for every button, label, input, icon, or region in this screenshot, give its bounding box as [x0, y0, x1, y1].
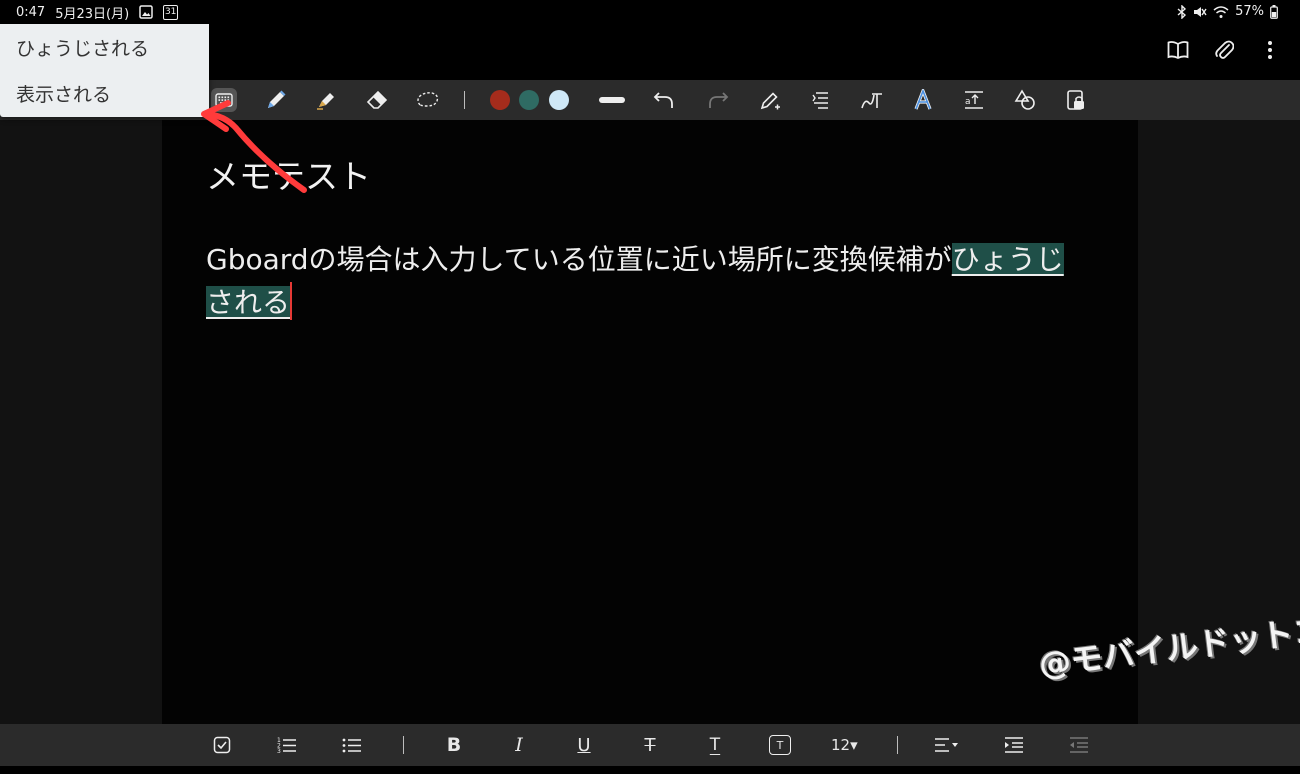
nav-strip: [0, 766, 1300, 774]
straighten-button[interactable]: [860, 88, 884, 112]
highlighter-icon: [317, 93, 334, 110]
undo-button[interactable]: [652, 88, 676, 112]
stroke-width-button[interactable]: [599, 88, 625, 112]
bullet-list-button[interactable]: [341, 733, 363, 757]
highlighter-button[interactable]: [314, 88, 338, 112]
outdent-button[interactable]: [1068, 733, 1090, 757]
format-toolbar: 123 B I U T T T 12▾: [0, 724, 1300, 766]
align-left-icon: [935, 738, 958, 752]
strikethrough-button[interactable]: T: [639, 733, 661, 757]
auto-shape-icon: [861, 93, 882, 109]
app-bar-actions: [1166, 38, 1282, 62]
eraser-icon: [366, 90, 388, 109]
bullet-list-icon: [342, 738, 361, 753]
checklist-button[interactable]: [211, 733, 233, 757]
format-divider: [897, 736, 898, 754]
reading-mode-button[interactable]: [1166, 38, 1190, 62]
body-text: Gboardの場合は入力している位置に近い場所に変換候補が: [206, 243, 952, 276]
pen-button[interactable]: [264, 88, 288, 112]
bold-button[interactable]: B: [443, 733, 465, 757]
redo-icon: [709, 92, 729, 108]
more-options-button[interactable]: [1258, 38, 1282, 62]
redo-button[interactable]: [706, 88, 730, 112]
outdent-icon: [1070, 737, 1088, 753]
keyboard-button[interactable]: [211, 88, 237, 112]
underline-button[interactable]: U: [573, 733, 595, 757]
note-title[interactable]: メモテスト: [206, 150, 371, 198]
color-swatch-red[interactable]: [490, 90, 510, 110]
mute-icon: [1193, 5, 1207, 19]
paperclip-icon: [1215, 40, 1234, 59]
battery-icon: [1270, 4, 1278, 19]
indent-button[interactable]: [1003, 733, 1025, 757]
numbered-list-button[interactable]: 123: [276, 733, 298, 757]
numbered-list-icon: 123: [277, 737, 296, 754]
svg-text:3: 3: [277, 748, 281, 754]
status-bar: 0:47 5月23日(月) 31 57%: [0, 0, 1300, 24]
toolbar-divider: [464, 91, 465, 109]
pen-mode-icon: [760, 92, 780, 110]
left-margin: [0, 120, 162, 724]
suggestion-item[interactable]: 表示される: [0, 70, 209, 116]
gallery-icon: [139, 5, 153, 19]
svg-text:a: a: [965, 97, 971, 107]
calendar-badge: 31: [164, 6, 177, 17]
text-size-button[interactable]: a: [962, 88, 986, 112]
text-caret: [290, 282, 293, 320]
text-style-icon: [914, 89, 932, 110]
stroke-width-icon: [599, 97, 625, 103]
wifi-icon: [1213, 5, 1229, 19]
more-vert-icon: [1268, 41, 1272, 59]
calendar-icon: 31: [163, 4, 179, 20]
text-box-label: T: [776, 738, 784, 752]
lasso-icon: [417, 92, 439, 107]
undo-icon: [653, 92, 673, 108]
lock-page-icon: [1067, 90, 1084, 110]
shapes-button[interactable]: [1013, 88, 1037, 112]
eraser-button[interactable]: [365, 88, 389, 112]
shapes-icon: [1014, 89, 1035, 110]
font-size-dropdown[interactable]: 12▾: [831, 733, 858, 757]
text-style-button[interactable]: [911, 88, 935, 112]
text-box-button[interactable]: T: [769, 735, 791, 755]
italic-button[interactable]: I: [508, 733, 530, 757]
color-swatch-teal[interactable]: [519, 90, 539, 110]
color-swatch-light-blue[interactable]: [549, 90, 569, 110]
convert-to-text-button[interactable]: [809, 88, 833, 112]
align-dropdown[interactable]: [934, 733, 960, 757]
lock-button[interactable]: [1064, 88, 1088, 112]
format-divider: [403, 736, 404, 754]
ime-suggestion-popup: ひょうじされる 表示される: [0, 24, 209, 117]
bluetooth-icon: [1177, 4, 1187, 19]
text-size-icon: a: [965, 91, 983, 109]
pen-icon: [268, 90, 286, 108]
status-time: 0:47: [16, 4, 46, 20]
text-color-button[interactable]: T: [704, 733, 726, 757]
status-date: 5月23日(月): [55, 6, 130, 22]
indent-icon: [1005, 737, 1023, 753]
book-icon: [1167, 41, 1189, 60]
note-body[interactable]: Gboardの場合は入力している位置に近い場所に変換候補がひょうじされる: [206, 238, 1086, 324]
note-canvas[interactable]: メモテスト Gboardの場合は入力している位置に近い場所に変換候補がひょうじさ…: [162, 120, 1138, 724]
attach-button[interactable]: [1212, 38, 1236, 62]
suggestion-item[interactable]: ひょうじされる: [0, 24, 209, 70]
keyboard-icon: [215, 93, 233, 107]
lasso-button[interactable]: [416, 88, 440, 112]
handwriting-to-text-icon: [812, 92, 828, 109]
checkbox-icon: [213, 736, 231, 754]
battery-percent: 57%: [1235, 4, 1264, 19]
pen-mode-button[interactable]: [758, 88, 782, 112]
